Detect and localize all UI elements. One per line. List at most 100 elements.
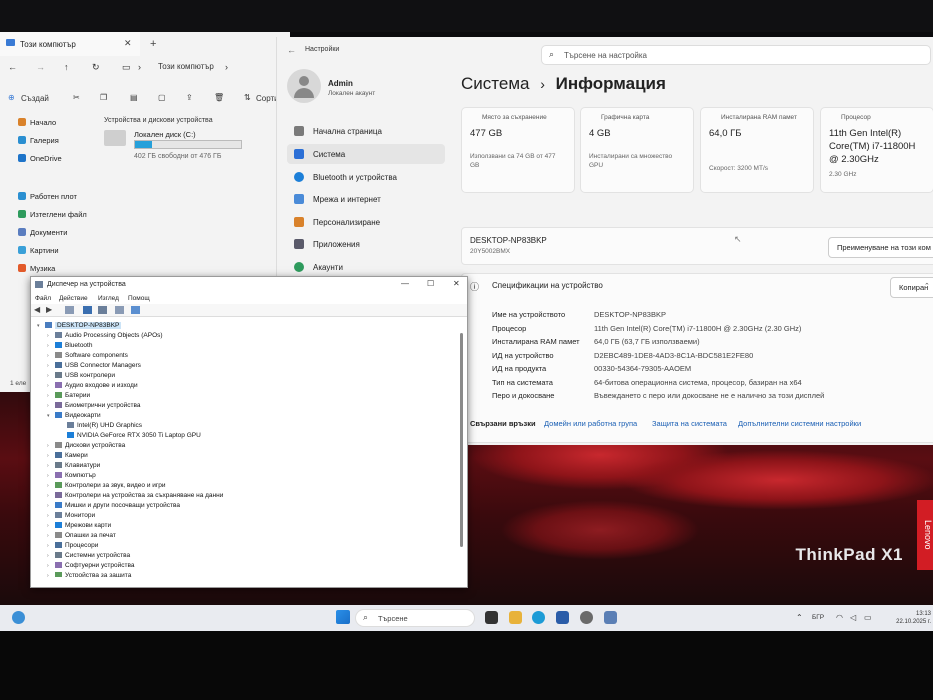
user-avatar[interactable] (287, 69, 321, 103)
device-category[interactable]: › Дискови устройства (47, 441, 125, 451)
menu-file[interactable]: Файл (35, 295, 51, 302)
device-item[interactable]: NVIDIA GeForce RTX 3050 Ti Laptop GPU (59, 431, 201, 441)
address-chevron-icon[interactable]: › (225, 62, 228, 72)
up-icon[interactable]: ↑ (64, 62, 69, 72)
chevron-right-icon[interactable]: › (47, 481, 55, 491)
sidebar-item-onedrive[interactable]: OneDrive (30, 154, 62, 163)
nav-accounts[interactable]: Акаунти (287, 257, 445, 277)
chevron-right-icon[interactable]: › (47, 371, 55, 381)
cut-icon[interactable]: ✂ (73, 93, 80, 102)
menu-help[interactable]: Помощ (128, 295, 150, 302)
device-category[interactable]: › Камери (47, 451, 88, 461)
back-icon[interactable]: ← (8, 62, 17, 72)
chevron-right-icon[interactable]: › (47, 351, 55, 361)
nav-system[interactable]: Система (287, 144, 445, 164)
breadcrumb-parent[interactable]: Система (461, 74, 529, 93)
nav-home[interactable]: Начална страница (287, 121, 445, 141)
properties-icon[interactable] (65, 306, 74, 314)
ram-card[interactable]: Инсталирана RAM памет 64,0 ГБ Скорост: 3… (700, 107, 814, 193)
chevron-right-icon[interactable]: › (47, 571, 55, 577)
chevron-right-icon[interactable]: › (47, 511, 55, 521)
rename-icon[interactable]: ▢ (158, 93, 166, 102)
device-category[interactable]: › Контролери за звук, видео и игри (47, 481, 166, 491)
domain-workgroup-link[interactable]: Домейн или работна група (544, 419, 637, 428)
delete-icon[interactable]: 🗑 (214, 93, 224, 102)
chevron-right-icon[interactable]: › (47, 391, 55, 401)
chevron-right-icon[interactable]: › (47, 501, 55, 511)
settings-back-icon[interactable]: ← (287, 45, 296, 55)
widgets-icon[interactable] (12, 611, 25, 624)
chevron-up-icon[interactable]: ⌃ (924, 282, 930, 290)
back-icon[interactable]: ◀ (34, 305, 40, 314)
chevron-down-icon[interactable]: ▾ (47, 411, 55, 421)
forward-icon[interactable]: ▶ (46, 305, 52, 314)
device-category[interactable]: › Клавиатури (47, 461, 100, 471)
device-category[interactable]: › Устройства за защита (47, 571, 131, 577)
chevron-right-icon[interactable]: › (47, 441, 55, 451)
sidebar-item-home[interactable]: Начало (30, 118, 56, 127)
nav-network[interactable]: Мрежа и интернет (287, 189, 445, 209)
taskbar-search[interactable]: Търсене (355, 609, 475, 627)
address-bar[interactable]: Този компютър (158, 62, 214, 71)
sidebar-item-desktop[interactable]: Работен плот (30, 192, 77, 201)
device-category[interactable]: › Bluetooth (47, 341, 92, 351)
settings-search-input[interactable]: Търсене на настройка (541, 45, 931, 65)
sort-icon[interactable]: ⇅ (244, 93, 251, 102)
chevron-right-icon[interactable]: › (47, 521, 55, 531)
share-icon[interactable]: ⇪ (186, 93, 193, 102)
chevron-right-icon[interactable]: › (47, 461, 55, 471)
monitor-icon[interactable] (131, 306, 140, 314)
copy-icon[interactable]: ❐ (100, 93, 107, 102)
gpu-card[interactable]: Графична карта 4 GB Инсталирани са множе… (580, 107, 694, 193)
language-indicator[interactable]: БГР (812, 614, 824, 621)
device-category[interactable]: › Компютър (47, 471, 96, 481)
task-view-icon[interactable] (485, 611, 498, 624)
help-icon[interactable] (83, 306, 92, 314)
device-category[interactable]: › Мрежови карти (47, 521, 111, 531)
scrollbar[interactable] (460, 333, 463, 547)
edge-icon[interactable] (532, 611, 545, 624)
close-tab-icon[interactable]: ✕ (124, 38, 132, 49)
advanced-settings-link[interactable]: Допълнителни системни настройки (738, 419, 861, 428)
chevron-right-icon[interactable]: › (47, 541, 55, 551)
chevron-right-icon[interactable]: › (47, 551, 55, 561)
system-protection-link[interactable]: Защита на системата (652, 419, 727, 428)
chevron-right-icon[interactable]: › (47, 401, 55, 411)
minimize-icon[interactable]: — (401, 279, 409, 288)
maximize-icon[interactable]: ☐ (427, 279, 434, 288)
drive-name[interactable]: Локален диск (C:) (134, 130, 196, 139)
forward-icon[interactable]: → (36, 62, 45, 72)
device-category[interactable]: › Audio Processing Objects (APOs) (47, 331, 163, 341)
device-category[interactable]: › Софтуерни устройства (47, 561, 135, 571)
chevron-right-icon[interactable]: › (47, 331, 55, 341)
device-category[interactable]: › Монитори (47, 511, 95, 521)
file-explorer-icon[interactable] (509, 611, 522, 624)
menu-view[interactable]: Изглед (98, 295, 119, 302)
explorer-tab[interactable]: Този компютър ✕ (0, 32, 140, 56)
sidebar-item-pictures[interactable]: Картини (30, 246, 59, 255)
refresh-icon[interactable]: ↻ (92, 62, 100, 73)
sidebar-item-music[interactable]: Музика (30, 264, 55, 273)
device-manager-taskbar-icon[interactable] (604, 611, 617, 624)
device-category[interactable]: › Опашки за печат (47, 531, 116, 541)
chevron-right-icon[interactable]: › (47, 471, 55, 481)
chevron-up-icon[interactable]: ⌃ (796, 613, 803, 622)
chevron-right-icon[interactable]: › (47, 381, 55, 391)
sidebar-item-downloads[interactable]: Изтеглени файл (30, 210, 87, 219)
paste-icon[interactable]: ▤ (130, 93, 138, 102)
chevron-right-icon[interactable]: › (47, 361, 55, 371)
rename-pc-button[interactable]: Преименуване на този ком (828, 237, 933, 258)
device-category[interactable]: ▾ Видеокарти (47, 411, 101, 421)
volume-icon[interactable]: ◁ (850, 613, 856, 622)
clock[interactable]: 13:13 22.10.2025 г. (896, 610, 931, 626)
device-category[interactable]: › Процесори (47, 541, 98, 551)
device-category[interactable]: › Биометрични устройства (47, 401, 141, 411)
device-category[interactable]: › Аудио входове и изходи (47, 381, 138, 391)
device-category[interactable]: › Software components (47, 351, 128, 361)
battery-icon[interactable]: ▭ (864, 613, 872, 622)
device-category[interactable]: › Контролери на устройства за съхраняване… (47, 491, 223, 501)
tree-root[interactable]: ▾ DESKTOP-NP83BKP (37, 321, 122, 331)
chevron-right-icon[interactable]: › (47, 451, 55, 461)
chevron-right-icon[interactable]: › (47, 561, 55, 571)
device-category[interactable]: › Мишки и други посочващи устройства (47, 501, 180, 511)
